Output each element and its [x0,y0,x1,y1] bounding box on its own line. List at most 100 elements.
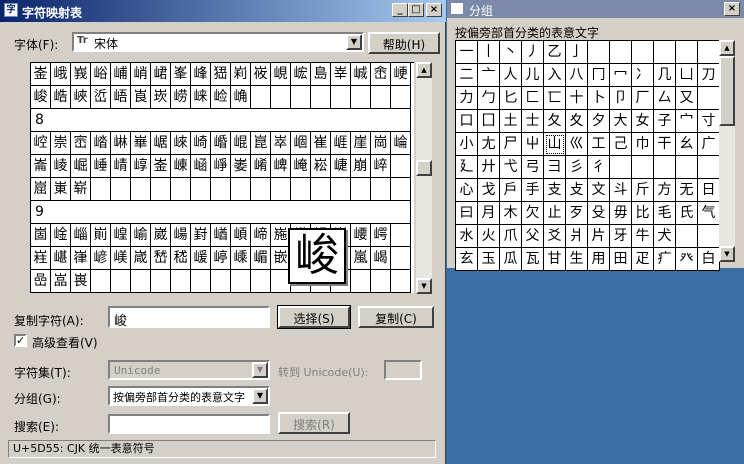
radical-cell[interactable]: 甘 [544,248,566,271]
radical-cell[interactable]: 尢 [478,133,500,156]
radical-cell[interactable]: 力 [456,87,478,110]
radical-cell[interactable]: 口 [456,110,478,133]
character-cell[interactable] [131,178,151,201]
character-cell[interactable]: 崗 [371,132,391,155]
radical-cell[interactable]: 用 [588,248,610,271]
radical-cell[interactable]: 又 [676,87,698,110]
radical-cell[interactable] [588,41,610,64]
character-cell[interactable]: 嵄 [111,247,131,270]
radical-cell[interactable]: 牙 [610,225,632,248]
character-cell[interactable]: 崑 [251,132,271,155]
radical-cell[interactable]: 刀 [698,64,720,87]
character-cell[interactable]: 嵒 [31,270,51,293]
radical-cell[interactable] [654,41,676,64]
character-cell[interactable]: 峻 [31,86,51,109]
goto-unicode-field[interactable] [384,360,422,380]
character-cell[interactable]: 崭 [71,178,91,201]
font-select[interactable]: Tr 宋体 ▼ [72,32,364,52]
character-cell[interactable]: 嵀 [31,247,51,270]
close-button[interactable]: × [724,2,740,16]
radical-cell[interactable]: 人 [500,64,522,87]
character-cell[interactable]: 峹 [371,63,391,86]
scroll-thumb[interactable] [719,56,735,126]
character-cell[interactable]: 崰 [71,224,91,247]
character-cell[interactable] [131,270,151,293]
radical-cell[interactable]: 文 [588,179,610,202]
radical-cell[interactable]: 冫 [632,64,654,87]
character-cell[interactable]: 崹 [251,224,271,247]
radical-cell[interactable]: 卩 [610,87,632,110]
character-cell[interactable] [311,178,331,201]
radical-cell[interactable] [698,41,720,64]
character-cell[interactable]: 峲 [231,63,251,86]
scroll-up-icon[interactable]: ▲ [719,40,735,56]
character-cell[interactable] [191,270,211,293]
character-cell[interactable]: 崵 [171,224,191,247]
radical-cell[interactable]: 戶 [500,179,522,202]
radical-cell[interactable]: 生 [566,248,588,271]
radical-cell[interactable]: 一 [456,41,478,64]
character-cell[interactable] [351,86,371,109]
copy-button[interactable]: 复制(C) [358,306,434,328]
character-cell[interactable]: 崒 [271,132,291,155]
character-cell[interactable]: 崉 [91,132,111,155]
character-cell[interactable]: 嵐 [351,247,371,270]
character-cell[interactable]: 崓 [291,132,311,155]
character-cell[interactable]: 崨 [331,155,351,178]
radical-cell[interactable]: 水 [456,225,478,248]
character-cell[interactable] [271,178,291,201]
radical-grid[interactable]: 一丨丶丿乙亅二亠人儿入八冂冖冫几凵刀力勹匕匚匸十卜卩厂厶又口囗土士夂夊夕大女子宀… [455,40,720,271]
select-button[interactable]: 选择(S) [277,305,351,329]
character-cell[interactable]: 崠 [171,155,191,178]
character-cell[interactable]: 崇 [51,132,71,155]
radical-cell[interactable]: 斗 [610,179,632,202]
character-cell[interactable]: 峱 [211,63,231,86]
radical-cell[interactable]: 宀 [676,110,698,133]
radical-cell[interactable]: 爪 [500,225,522,248]
character-cell[interactable]: 崕 [331,132,351,155]
radical-cell[interactable]: 冂 [588,64,610,87]
character-cell[interactable] [391,86,411,109]
character-cell[interactable] [291,178,311,201]
character-cell[interactable]: 崫 [31,178,51,201]
radical-cell[interactable]: 亠 [478,64,500,87]
character-cell[interactable]: 峯 [171,63,191,86]
character-cell[interactable] [391,155,411,178]
character-cell[interactable]: 嵔 [71,270,91,293]
character-cell[interactable]: 峾 [91,86,111,109]
character-cell[interactable]: 峿 [111,86,131,109]
radical-cell[interactable]: 月 [478,202,500,225]
radical-cell[interactable]: 巛 [566,133,588,156]
character-cell[interactable]: 峴 [271,63,291,86]
character-cell[interactable]: 嵂 [71,247,91,270]
radical-cell[interactable]: 勹 [478,87,500,110]
radical-cell[interactable]: 父 [522,225,544,248]
search-button[interactable]: 搜索(R) [278,412,350,434]
character-cell[interactable]: 崆 [31,132,51,155]
radical-cell[interactable]: 囗 [478,110,500,133]
radical-cell[interactable]: 片 [588,225,610,248]
character-cell[interactable]: 崙 [31,155,51,178]
character-cell[interactable]: 崏 [211,132,231,155]
character-cell[interactable]: 島 [311,63,331,86]
radical-cell[interactable]: 匕 [500,87,522,110]
radical-cell[interactable]: 丿 [522,41,544,64]
character-cell[interactable]: 崛 [71,155,91,178]
character-cell[interactable] [251,86,271,109]
radical-cell[interactable]: 弋 [500,156,522,179]
radical-cell[interactable]: 工 [588,133,610,156]
radical-cell[interactable] [632,41,654,64]
radical-cell[interactable]: 廾 [478,156,500,179]
character-cell[interactable]: 崚 [51,155,71,178]
radical-cell[interactable]: 支 [544,179,566,202]
character-cell[interactable]: 崜 [91,155,111,178]
radical-cell[interactable]: 心 [456,179,478,202]
character-cell[interactable]: 崟 [31,63,51,86]
scroll-up-icon[interactable]: ▲ [416,62,432,78]
character-cell[interactable]: 崅 [231,86,251,109]
radical-cell[interactable]: 日 [698,179,720,202]
close-button[interactable]: × [426,3,442,17]
character-cell[interactable] [371,178,391,201]
radical-cell[interactable]: 八 [566,64,588,87]
radical-cell[interactable] [676,225,698,248]
